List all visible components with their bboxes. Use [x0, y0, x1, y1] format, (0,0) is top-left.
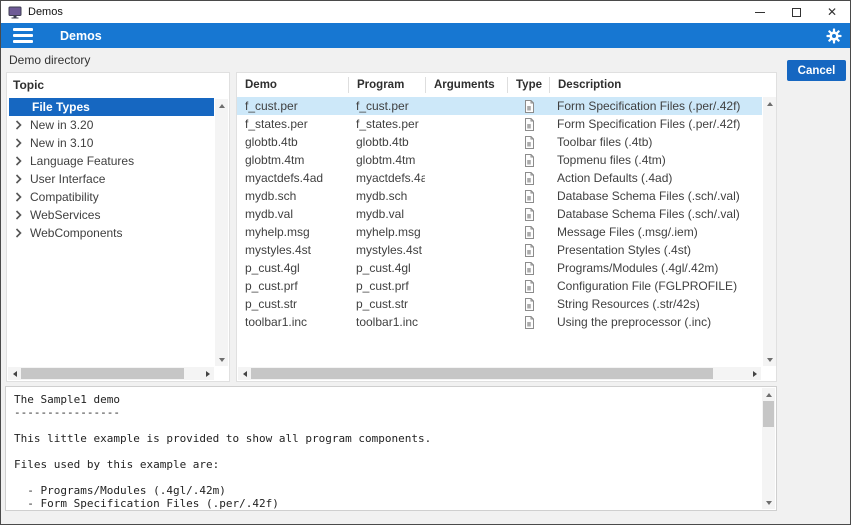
table-row[interactable]: f_cust.per f_cust.per Form Specification…	[237, 97, 762, 115]
demo-table-panel: Demo Program Arguments Type Description …	[236, 72, 777, 382]
column-header-demo[interactable]: Demo	[237, 77, 348, 93]
scroll-down-icon[interactable]	[763, 353, 776, 366]
menu-button[interactable]	[13, 28, 33, 43]
table-row[interactable]: p_cust.4gl p_cust.4gl Programs/Modules (…	[237, 259, 762, 277]
table-row[interactable]: globtm.4tm globtm.4tm Topmenu files (.4t…	[237, 151, 762, 169]
hamburger-icon	[13, 28, 33, 31]
demo-directory-label: Demo directory	[9, 53, 91, 67]
file-icon	[507, 153, 549, 167]
demo-description-panel: The Sample1 demo ---------------- This l…	[5, 386, 777, 511]
scrollbar-thumb[interactable]	[763, 401, 774, 427]
tree-item-new-in-3-10[interactable]: New in 3.10	[7, 134, 214, 152]
table-row[interactable]: f_states.per f_states.per Form Specifica…	[237, 115, 762, 133]
minimize-icon	[755, 11, 765, 13]
table-row[interactable]: toolbar1.inc toolbar1.inc Using the prep…	[237, 313, 762, 331]
window-titlebar: Demos ✕	[1, 1, 850, 23]
table-row[interactable]: myactdefs.4ad myactdefs.4ad Action Defau…	[237, 169, 762, 187]
file-icon	[507, 207, 549, 221]
file-icon	[507, 297, 549, 311]
window-controls: ✕	[742, 1, 850, 23]
file-icon	[507, 279, 549, 293]
topic-panel: Topic File Types New in 3.20 New in 3.10…	[6, 72, 230, 382]
window-title: Demos	[28, 6, 63, 18]
chevron-right-icon	[15, 138, 22, 148]
table-row[interactable]: mydb.val mydb.val Database Schema Files …	[237, 205, 762, 223]
file-icon	[507, 135, 549, 149]
scroll-right-icon[interactable]	[748, 367, 761, 380]
gear-icon	[826, 28, 842, 43]
scroll-down-icon[interactable]	[762, 496, 775, 509]
table-row[interactable]: p_cust.str p_cust.str String Resources (…	[237, 295, 762, 313]
file-icon	[507, 243, 549, 257]
tree-vertical-scrollbar[interactable]	[215, 99, 228, 366]
file-icon	[507, 171, 549, 185]
scroll-up-icon[interactable]	[762, 388, 775, 401]
close-icon: ✕	[826, 5, 838, 19]
cancel-button[interactable]: Cancel	[787, 60, 846, 81]
scroll-left-icon[interactable]	[238, 367, 251, 380]
table-vertical-scrollbar[interactable]	[763, 97, 776, 366]
scrollbar-thumb[interactable]	[21, 368, 184, 379]
column-header-arguments[interactable]: Arguments	[425, 77, 507, 93]
file-icon	[507, 261, 549, 275]
demo-description-text: The Sample1 demo ---------------- This l…	[14, 393, 432, 510]
table-row[interactable]: myhelp.msg myhelp.msg Message Files (.ms…	[237, 223, 762, 241]
app-icon	[8, 6, 22, 19]
tree-item-webservices[interactable]: WebServices	[7, 206, 214, 224]
tree-item-compatibility[interactable]: Compatibility	[7, 188, 214, 206]
chevron-right-icon	[15, 228, 22, 238]
scroll-up-icon[interactable]	[215, 99, 228, 112]
tree-item-file-types[interactable]: File Types	[9, 98, 214, 116]
chevron-right-icon	[15, 120, 22, 130]
scroll-up-icon[interactable]	[763, 97, 776, 110]
topic-tree: File Types New in 3.20 New in 3.10 Langu…	[7, 98, 214, 242]
file-icon	[507, 225, 549, 239]
column-header-program[interactable]: Program	[348, 77, 425, 93]
table-header-row: Demo Program Arguments Type Description	[237, 73, 776, 97]
maximize-icon	[791, 7, 801, 17]
tree-item-new-in-3-20[interactable]: New in 3.20	[7, 116, 214, 134]
scroll-left-icon[interactable]	[8, 367, 21, 380]
app-toolbar: Demos	[1, 23, 850, 48]
file-icon	[507, 99, 549, 113]
table-row[interactable]: mystyles.4st mystyles.4st Presentation S…	[237, 241, 762, 259]
minimize-button[interactable]	[742, 1, 778, 23]
table-body: f_cust.per f_cust.per Form Specification…	[237, 97, 762, 331]
chevron-right-icon	[15, 156, 22, 166]
tree-item-language-features[interactable]: Language Features	[7, 152, 214, 170]
settings-button[interactable]	[826, 28, 842, 44]
scroll-right-icon[interactable]	[201, 367, 214, 380]
scrollbar-thumb[interactable]	[251, 368, 713, 379]
topic-header: Topic	[13, 78, 45, 92]
chevron-right-icon	[15, 174, 22, 184]
toolbar-title: Demos	[60, 28, 102, 43]
file-icon	[507, 117, 549, 131]
preview-vertical-scrollbar[interactable]	[762, 388, 775, 509]
column-header-type[interactable]: Type	[507, 77, 549, 93]
close-button[interactable]: ✕	[814, 1, 850, 23]
table-row[interactable]: mydb.sch mydb.sch Database Schema Files …	[237, 187, 762, 205]
column-header-description[interactable]: Description	[549, 77, 776, 93]
tree-item-webcomponents[interactable]: WebComponents	[7, 224, 214, 242]
table-row[interactable]: globtb.4tb globtb.4tb Toolbar files (.4t…	[237, 133, 762, 151]
table-row[interactable]: p_cust.prf p_cust.prf Configuration File…	[237, 277, 762, 295]
chevron-right-icon	[15, 210, 22, 220]
scroll-down-icon[interactable]	[215, 353, 228, 366]
app-window: Demos ✕ Demos Demo directory Cancel Topi…	[0, 0, 851, 525]
file-icon	[507, 315, 549, 329]
tree-horizontal-scrollbar[interactable]	[8, 367, 214, 380]
maximize-button[interactable]	[778, 1, 814, 23]
chevron-right-icon	[15, 192, 22, 202]
file-icon	[507, 189, 549, 203]
table-horizontal-scrollbar[interactable]	[238, 367, 761, 380]
tree-item-user-interface[interactable]: User Interface	[7, 170, 214, 188]
